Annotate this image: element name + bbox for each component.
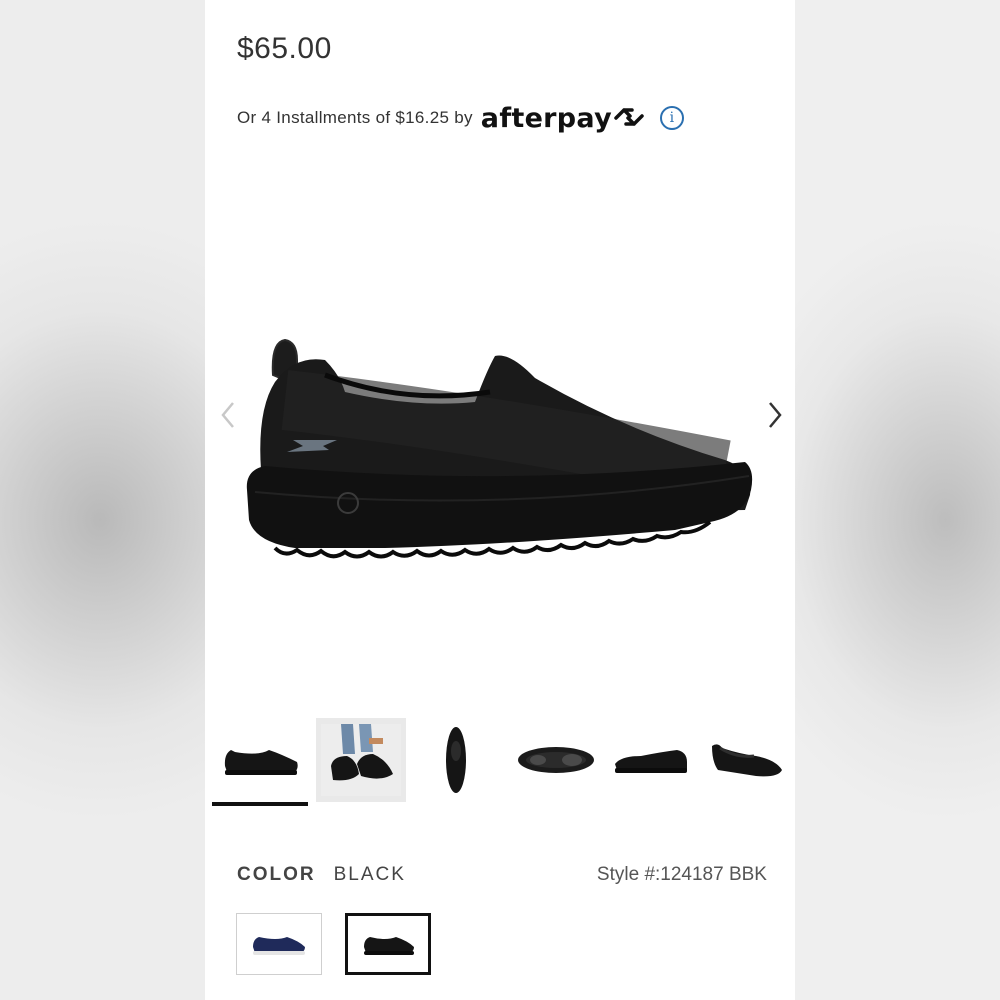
shoe-angle-thumbnail [712,744,782,777]
color-label: COLOR [237,864,316,885]
chevron-right-icon [769,402,782,428]
color-value: BLACK [333,864,406,885]
afterpay-installments: Or 4 Installments of $16.25 by afterpay … [237,100,685,136]
color-row: COLOR BLACK Style #:124187 BBK [237,860,767,890]
navy-shoe-swatch [253,937,305,955]
color-swatch-black[interactable] [345,913,431,975]
thumbnail-selected-indicator [212,802,308,806]
shoe-sole-thumbnail [518,747,594,773]
product-price: $65.00 [237,32,332,65]
gallery-next-button[interactable] [760,395,790,435]
thumb-side-view[interactable] [216,718,306,802]
product-page: $65.00 Or 4 Installments of $16.25 by af… [205,0,795,1000]
thumbnail-strip [211,718,791,814]
thumb-on-feet[interactable] [316,718,406,802]
feet-thumbnail [321,724,401,796]
gallery-prev-button[interactable] [213,395,243,435]
chevron-left-icon [221,402,234,428]
shoe-image [246,338,753,559]
background-blur-right [795,0,1000,1000]
installment-text: Or 4 Installments of $16.25 by [237,108,473,127]
shoe-side-thumbnail [224,750,298,775]
product-main-image [205,170,795,690]
afterpay-logo: afterpay [481,103,646,134]
thumb-inner-side[interactable] [606,718,696,802]
afterpay-arrows-icon [614,108,644,126]
style-number: Style #:124187 BBK [596,864,767,885]
shoe-top-thumbnail [446,727,466,793]
thumb-angle-view[interactable] [701,718,791,802]
shoe-inner-thumbnail [615,750,687,773]
thumb-sole-view[interactable] [511,718,601,802]
color-swatch-navy[interactable] [236,913,322,975]
thumb-top-view[interactable] [411,718,501,802]
info-icon[interactable]: i [660,106,685,130]
afterpay-wordmark: afterpay [480,102,613,134]
black-shoe-swatch [364,937,414,955]
